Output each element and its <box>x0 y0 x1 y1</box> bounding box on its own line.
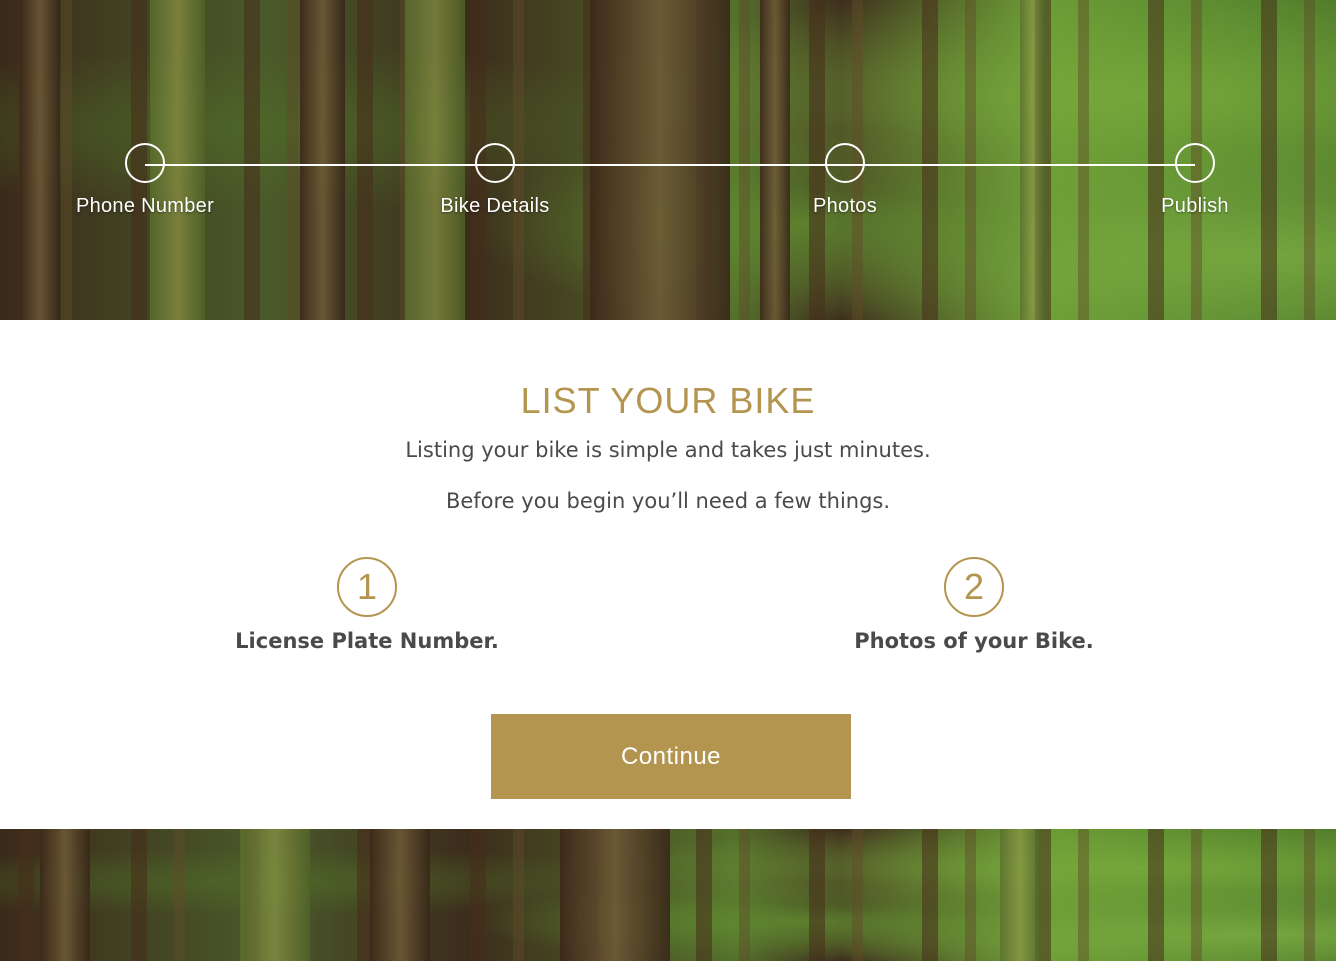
step-photos[interactable]: Photos <box>745 143 945 218</box>
step-label: Phone Number <box>75 195 215 217</box>
forest-footer-image <box>0 829 1336 961</box>
step-label: Photos <box>812 195 878 217</box>
step-publish[interactable]: Publish <box>1095 143 1295 218</box>
step-circle-icon <box>1175 143 1215 183</box>
requirement-number-badge: 2 <box>944 557 1004 617</box>
requirements-intro-text: Before you begin you’ll need a few thing… <box>445 489 891 513</box>
step-label: Publish <box>1161 195 1229 217</box>
content-panel: LIST YOUR BIKE Listing your bike is simp… <box>0 320 1336 829</box>
step-circle-icon <box>125 143 165 183</box>
step-circle-icon <box>825 143 865 183</box>
progress-stepper: Phone Number Bike Details Photos Publish <box>0 143 1336 233</box>
requirement-label: License Plate Number. <box>235 629 499 653</box>
requirement-number-badge: 1 <box>337 557 397 617</box>
requirement-label: Photos of your Bike. <box>854 629 1094 653</box>
stepper-connector-line <box>145 164 1195 166</box>
step-circle-icon <box>475 143 515 183</box>
continue-button[interactable]: Continue <box>491 714 851 799</box>
list-bike-page: Phone Number Bike Details Photos Publish… <box>0 0 1336 961</box>
step-label: Bike Details <box>440 195 550 217</box>
forest-header-image: Phone Number Bike Details Photos Publish <box>0 0 1336 320</box>
requirement-photos: 2 Photos of your Bike. <box>774 557 1174 653</box>
step-phone-number[interactable]: Phone Number <box>45 143 245 218</box>
step-bike-details[interactable]: Bike Details <box>395 143 595 218</box>
page-title: LIST YOUR BIKE <box>520 380 816 421</box>
requirement-license-plate: 1 License Plate Number. <box>167 557 567 653</box>
intro-text: Listing your bike is simple and takes ju… <box>405 438 931 462</box>
